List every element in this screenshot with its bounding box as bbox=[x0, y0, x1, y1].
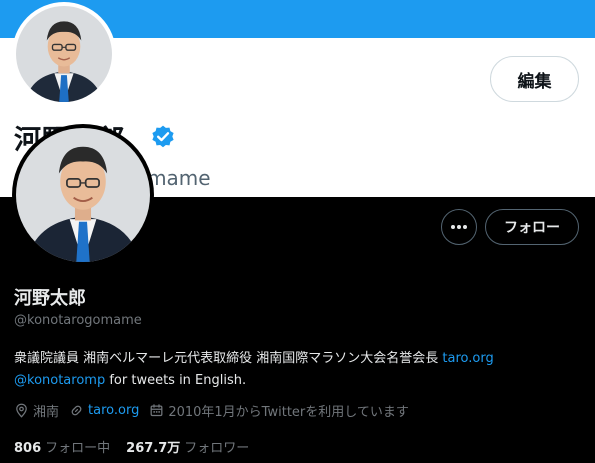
calendar-icon bbox=[150, 404, 163, 417]
profile-meta: 湘南 taro.org 2010年1月からTwitterを利用しています bbox=[14, 401, 419, 420]
display-name: 河野太郎 bbox=[14, 288, 86, 309]
location-item: 湘南 bbox=[14, 401, 59, 420]
followers-label: フォロワー bbox=[184, 441, 250, 456]
link-icon bbox=[71, 405, 82, 416]
light-avatar[interactable] bbox=[12, 2, 116, 106]
bio-mention-link[interactable]: @konotaromp bbox=[14, 373, 105, 388]
following-count: 806 bbox=[14, 441, 42, 456]
joined-item: 2010年1月からTwitterを利用しています bbox=[149, 401, 409, 420]
avatar-photo bbox=[16, 6, 112, 102]
followers-stat[interactable]: 267.7万 フォロワー bbox=[126, 437, 249, 456]
joined-text: 2010年1月からTwitterを利用しています bbox=[168, 405, 409, 420]
profile-bio: 衆議院議員 湘南ベルマーレ元代表取締役 湘南国際マラソン大会名誉会長 taro.… bbox=[14, 348, 584, 392]
verified-badge-icon bbox=[152, 125, 174, 148]
bio-website-link[interactable]: taro.org bbox=[442, 351, 493, 366]
follow-stats: 806 フォロー中 267.7万 フォロワー bbox=[14, 437, 265, 456]
following-stat[interactable]: 806 フォロー中 bbox=[14, 437, 110, 456]
website-link[interactable]: taro.org bbox=[88, 403, 139, 418]
person-photo-icon bbox=[16, 6, 112, 102]
bio-text: 衆議院議員 湘南ベルマーレ元代表取締役 湘南国際マラソン大会名誉会長 bbox=[14, 351, 443, 366]
location-pin-icon bbox=[16, 403, 27, 418]
user-handle: @konotarogomame bbox=[14, 313, 142, 328]
person-photo-icon bbox=[16, 128, 150, 262]
avatar-photo bbox=[16, 128, 150, 262]
followers-count: 267.7万 bbox=[126, 441, 181, 456]
ellipsis-icon bbox=[451, 225, 467, 229]
profile-avatar[interactable] bbox=[12, 124, 154, 266]
edit-profile-button[interactable]: 編集 bbox=[490, 56, 579, 102]
website-item: taro.org bbox=[69, 403, 139, 418]
location-text: 湘南 bbox=[33, 405, 60, 420]
more-options-button[interactable] bbox=[441, 209, 477, 245]
bio-text-english: for tweets in English. bbox=[105, 373, 247, 388]
follow-button[interactable]: フォロー bbox=[485, 209, 579, 245]
following-label: フォロー中 bbox=[45, 441, 111, 456]
